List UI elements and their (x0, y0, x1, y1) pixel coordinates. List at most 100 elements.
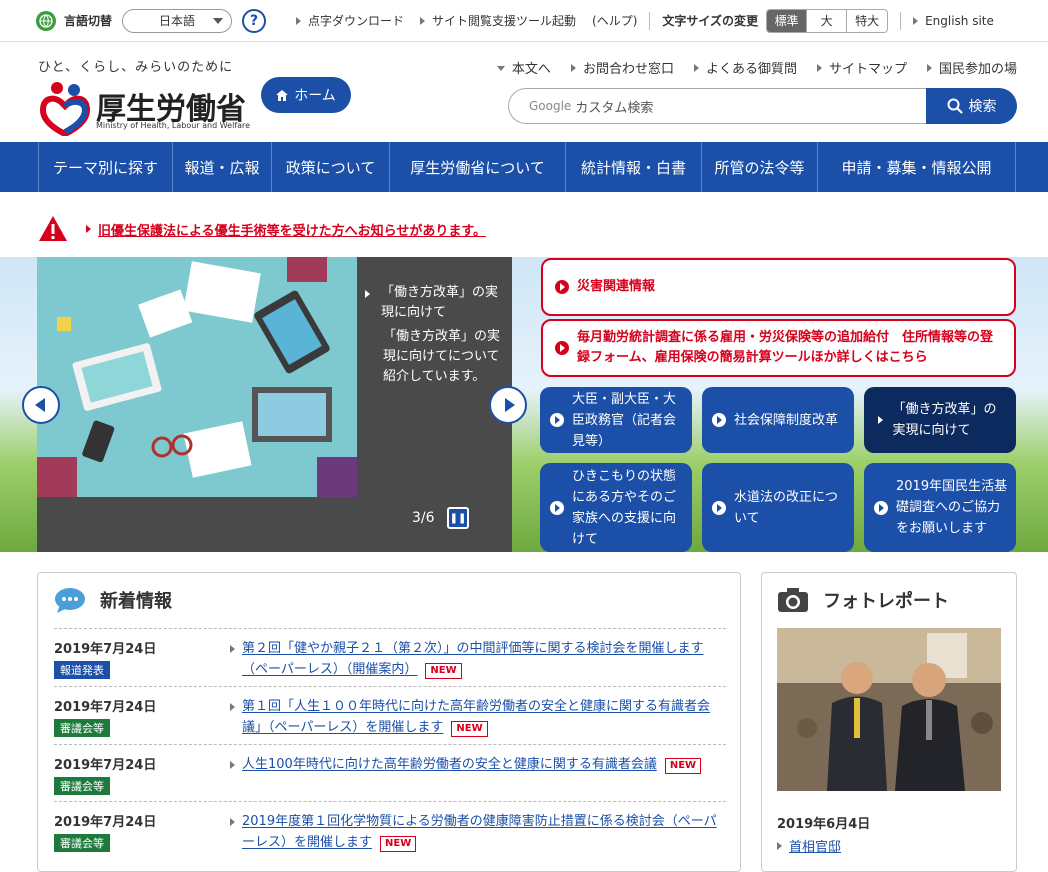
labor-statistics-benefit-link[interactable]: 毎月勤労統計調査に係る雇用・労災保険等の追加給付 住所情報等の登録フォーム、雇用… (541, 319, 1016, 377)
accessibility-tool-link[interactable]: サイト閲覧支援ツール起動 (420, 12, 576, 29)
link-label: 点字ダウンロード (308, 14, 405, 28)
photo-report-link[interactable]: 首相官邸 (777, 836, 841, 855)
contact-link[interactable]: お問合わせ窓口 (570, 58, 674, 77)
tile-workstyle-reform[interactable]: 「働き方改革」の実現に向けて (864, 387, 1016, 453)
nav-press[interactable]: 報道・広報 (172, 142, 271, 192)
arrow-circle-icon (712, 413, 726, 427)
language-label: 言語切替 (64, 14, 113, 28)
new-badge: NEW (664, 758, 702, 774)
tile-water-law[interactable]: 水道法の改正について (702, 463, 854, 552)
news-link-text: 人生100年時代に向けた高年齢労働者の安全と健康に関する有識者会議 NEW (242, 754, 702, 795)
site-logo-subtitle: Ministry of Health, Labour and Welfare (96, 121, 251, 130)
public-participation-link[interactable]: 国民参加の場 (926, 58, 1017, 77)
nav-applications[interactable]: 申請・募集・情報公開 (817, 142, 1016, 192)
arrow-right-icon (230, 645, 235, 653)
chevron-right-icon (504, 398, 515, 412)
tile-label: ひきこもりの状態にある方やそのご家族への支援に向けて (572, 468, 677, 547)
speech-bubble-icon (55, 588, 85, 613)
global-nav: テーマ別に探す 報道・広報 政策について 厚生労働省について 統計情報・白書 所… (0, 142, 1048, 192)
english-site-link[interactable]: English site (913, 14, 994, 28)
news-title: 新着情報 (100, 591, 172, 612)
search-icon (947, 98, 963, 114)
carousel-caption-title[interactable]: 「働き方改革」の実現に向けて (377, 283, 505, 323)
tagline: ひと、くらし、みらいのために (38, 60, 234, 75)
news-link[interactable]: 2019年度第１回化学物質による労働者の健康障害防止措置に係る検討会（ペーパーレ… (230, 811, 726, 853)
nav-theme[interactable]: テーマ別に探す (38, 142, 172, 192)
carousel-image[interactable] (37, 257, 357, 497)
photo-report-image[interactable] (777, 628, 1001, 791)
news-link-text: 2019年度第１回化学物質による労働者の健康障害防止措置に係る検討会（ペーパーレ… (242, 814, 717, 852)
link-label: 首相官邸 (789, 840, 842, 855)
carousel-caption: 「働き方改革」の実現に向けて 「働き方改革」の実現に向けてについて紹介しています… (365, 283, 505, 387)
arrow-right-icon (230, 761, 235, 769)
sitemap-link[interactable]: サイトマップ (816, 58, 907, 77)
tile-living-survey[interactable]: 2019年国民生活基礎調査へのご協力をお願いします (864, 463, 1016, 552)
alert-link[interactable]: 旧優生保護法による優生手術等を受けた方へお知らせがあります。 (98, 220, 486, 239)
arrow-circle-icon (874, 500, 888, 515)
news-date: 2019年7月24日 (54, 642, 157, 657)
news-item: 2019年7月24日 審議会等 2019年度第１回化学物質による労働者の健康障害防止… (54, 801, 726, 859)
news-link[interactable]: 人生100年時代に向けた高年齢労働者の安全と健康に関する有識者会議 NEW (230, 754, 702, 795)
carousel-next-button[interactable] (489, 386, 527, 424)
header-links: 本文へ お問合わせ窓口 よくある御質問 サイトマップ 国民参加の場 (477, 58, 1017, 77)
carousel-pause-button[interactable]: ❚❚ (447, 507, 469, 529)
link-label: よくある御質問 (705, 62, 797, 77)
news-date-block: 2019年7月24日 審議会等 (54, 754, 230, 795)
photo-report-panel: フォトレポート 2019年6月4日 首相官邸 (761, 572, 1017, 872)
news-link[interactable]: 第１回「人生１００年時代に向けた高年齢労働者の安全と健康に関する有識者会議」（ペ… (230, 696, 726, 738)
news-item: 2019年7月24日 報道発表 第２回「健やか親子２１（第２次）」の中間評価等に関す… (54, 628, 726, 686)
news-link-text: 第２回「健やか親子２１（第２次）」の中間評価等に関する検討会を開催します（ペーパ… (242, 641, 704, 679)
faq-link[interactable]: よくある御質問 (693, 58, 797, 77)
help-button[interactable]: ? (242, 8, 267, 33)
arrow-circle-icon (555, 280, 569, 294)
skip-to-content-link[interactable]: 本文へ (496, 58, 551, 77)
news-link[interactable]: 第２回「健やか親子２１（第２次）」の中間評価等に関する検討会を開催します（ペーパ… (230, 638, 726, 680)
link-label: 国民参加の場 (938, 62, 1017, 77)
news-date: 2019年7月24日 (54, 815, 157, 830)
link-label: 毎月勤労統計調査に係る雇用・労災保険等の追加給付 住所情報等の登録フォーム、雇用… (577, 330, 994, 365)
nav-statistics[interactable]: 統計情報・白書 (565, 142, 701, 192)
arrow-right-icon (777, 841, 782, 850)
pause-icon: ❚❚ (449, 512, 467, 524)
search-button[interactable]: 検索 (926, 88, 1017, 124)
news-item: 2019年7月24日 審議会等 第１回「人生１００年時代に向けた高年齢労働者の安全と… (54, 686, 726, 744)
disaster-info-link[interactable]: 災害関連情報 (541, 258, 1016, 316)
nav-laws[interactable]: 所管の法令等 (701, 142, 817, 192)
tile-label: 「働き方改革」の実現に向けて (892, 402, 997, 438)
link-label: English site (925, 13, 994, 28)
photo-report-date: 2019年6月4日 (777, 817, 871, 832)
font-size-xlarge-button[interactable]: 特大 (847, 10, 887, 32)
tile-hikikomori-support[interactable]: ひきこもりの状態にある方やそのご家族への支援に向けて (540, 463, 692, 552)
tile-minister-press[interactable]: 大臣・副大臣・大臣政務官（記者会見等） (540, 387, 692, 453)
news-panel: 新着情報 2019年7月24日 報道発表 第２回「健やか親子２１（第２次）」の中間評… (37, 572, 741, 872)
camera-icon (778, 588, 808, 612)
tile-label: 水道法の改正について (734, 489, 839, 526)
nav-policy[interactable]: 政策について (271, 142, 389, 192)
home-button[interactable]: ホーム (261, 77, 351, 113)
nav-about[interactable]: 厚生労働省について (389, 142, 565, 192)
news-date: 2019年7月24日 (54, 700, 157, 715)
photo-report-title: フォトレポート (823, 591, 949, 612)
arrow-right-icon (926, 63, 932, 72)
search-placeholder: カスタム検索 (575, 100, 654, 116)
news-link-text: 第１回「人生１００年時代に向けた高年齢労働者の安全と健康に関する有識者会議」（ペ… (242, 699, 711, 737)
carousel-prev-button[interactable] (22, 386, 60, 424)
link-label: お問合わせ窓口 (582, 62, 674, 77)
font-size-standard-button[interactable]: 標準 (767, 9, 808, 32)
arrow-right-icon (296, 16, 302, 25)
help-link[interactable]: (ヘルプ) (592, 12, 637, 29)
search-input[interactable]: Google カスタム検索 (508, 88, 926, 124)
tile-social-security[interactable]: 社会保障制度改革 (702, 387, 854, 453)
news-category-badge: 審議会等 (54, 834, 110, 852)
news-date: 2019年7月24日 (54, 758, 157, 773)
font-size-large-button[interactable]: 大 (807, 9, 848, 32)
workstyle-illustration (37, 257, 357, 497)
carousel-counter: 3/6 (412, 510, 435, 526)
font-size-group: 標準 大 特大 (766, 8, 889, 33)
carousel-caption-body: 「働き方改革」の実現に向けてについて紹介しています。 (383, 329, 501, 384)
divider (900, 11, 902, 30)
language-select[interactable]: 日本語 (122, 8, 233, 33)
braille-download-link[interactable]: 点字ダウンロード (296, 12, 404, 29)
news-date-block: 2019年7月24日 審議会等 (54, 696, 230, 738)
news-item: 2019年7月24日 審議会等 人生100年時代に向けた高年齢労働者の安全と健康に関… (54, 744, 726, 801)
